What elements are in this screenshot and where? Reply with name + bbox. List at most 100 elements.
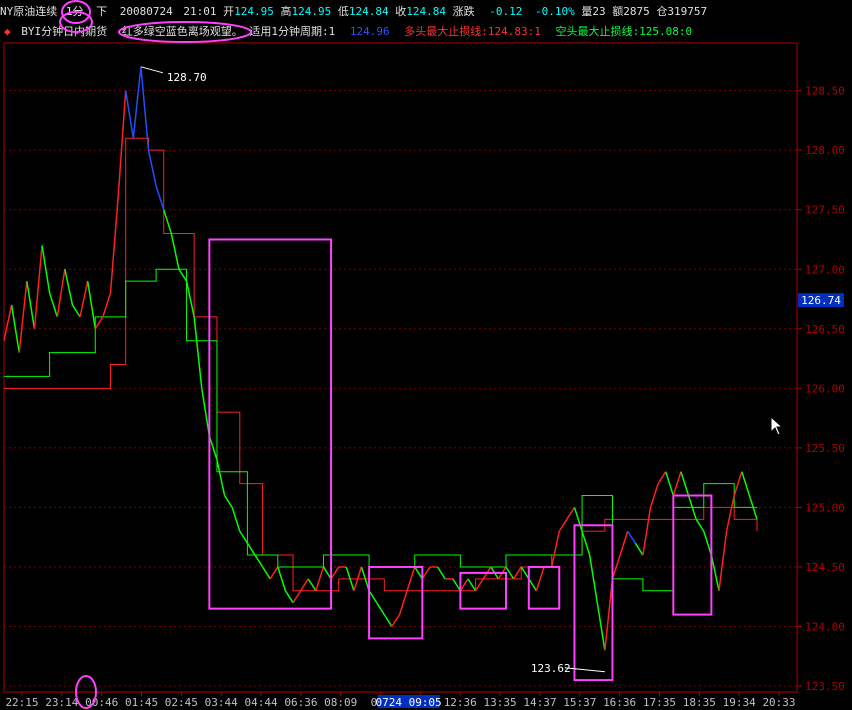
price-segment	[505, 566, 515, 580]
price-segment	[71, 304, 81, 318]
price-segment	[124, 90, 135, 139]
x-tick-label: 12:36	[444, 696, 477, 709]
price-segment	[414, 566, 423, 580]
price-segment	[634, 542, 644, 556]
x-tick-label: 13:35	[484, 696, 517, 709]
price-segment	[550, 531, 560, 568]
x-tick-label: 20:33	[762, 696, 795, 709]
annotation-leader	[564, 667, 605, 673]
price-segment	[535, 566, 545, 592]
price-segment	[467, 578, 477, 592]
high-annotation: 128.70	[167, 71, 207, 84]
price-segment	[474, 578, 484, 592]
price-segment	[421, 566, 431, 580]
y-tick-label: 126.00	[805, 382, 845, 395]
y-tick-label: 123.50	[805, 680, 845, 693]
x-tick-label: 06:36	[284, 696, 317, 709]
price-segment	[322, 566, 332, 580]
x-tick-label: 14:37	[523, 696, 556, 709]
cursor-date-label: 0724 09:05	[375, 696, 441, 709]
y-tick-label: 124.00	[805, 621, 845, 634]
price-segment	[330, 566, 340, 580]
price-segment	[185, 281, 195, 318]
price-segment	[246, 542, 256, 556]
price-segment	[41, 245, 51, 294]
price-segment	[163, 209, 173, 234]
x-tick-label: 17:35	[643, 696, 676, 709]
highlight-box	[672, 494, 713, 616]
price-segment	[581, 531, 591, 556]
price-segment	[680, 471, 690, 496]
price-segment	[398, 590, 408, 615]
price-segment	[284, 590, 294, 604]
highlight-box	[208, 238, 333, 610]
x-tick-label: 18:35	[683, 696, 716, 709]
price-segment	[94, 316, 104, 330]
price-segment	[528, 578, 538, 592]
price-segment	[718, 531, 728, 591]
x-tick-label: 02:45	[165, 696, 198, 709]
y-tick-label: 125.50	[805, 442, 845, 455]
price-segment	[573, 507, 583, 532]
highlight-box	[573, 524, 614, 682]
price-segment	[109, 197, 119, 294]
price-segment	[512, 566, 522, 580]
price-segment	[132, 66, 142, 139]
price-segment	[391, 614, 401, 627]
price-segment	[201, 388, 211, 437]
price-segment	[147, 150, 157, 187]
price-chart[interactable]: 128.50 128.00 127.50 127.00 126.50 126.00 125.…	[0, 0, 852, 710]
x-tick-label: 22:15	[5, 696, 38, 709]
low-annotation: 123.62	[531, 662, 571, 675]
current-price-label: 126.74	[801, 294, 841, 307]
x-tick-label: 15:37	[563, 696, 596, 709]
price-segment	[300, 578, 309, 592]
price-segment	[588, 554, 599, 603]
price-segment	[292, 590, 302, 604]
price-segment	[48, 292, 58, 318]
x-tick-label: 19:34	[723, 696, 756, 709]
y-tick-label: 127.00	[805, 263, 845, 276]
price-segment	[627, 530, 636, 544]
price-segment	[642, 507, 652, 556]
price-segment	[26, 281, 36, 329]
x-tick-label: 08:09	[324, 696, 357, 709]
price-segment	[566, 507, 576, 520]
price-segment	[368, 590, 378, 604]
price-segment	[703, 531, 713, 556]
price-segment	[18, 281, 28, 353]
price-segment	[596, 602, 606, 651]
price-segment	[178, 268, 188, 282]
price-segment	[79, 281, 89, 318]
price-segment	[261, 566, 271, 580]
price-segment	[102, 292, 112, 318]
price-segment	[611, 554, 621, 580]
price-segment	[657, 471, 667, 485]
x-tick-label: 03:44	[205, 696, 238, 709]
price-segment	[695, 518, 705, 532]
price-segment	[665, 471, 675, 496]
price-segment	[117, 90, 127, 198]
y-tick-label: 127.50	[805, 204, 845, 217]
y-tick-label: 124.50	[805, 561, 845, 574]
price-segment	[223, 495, 233, 508]
price-segment	[269, 566, 279, 580]
x-tick-label: 04:44	[244, 696, 277, 709]
price-segment	[452, 578, 461, 592]
y-tick-label: 128.50	[805, 85, 845, 98]
price-segment	[56, 269, 66, 318]
y-tick-label: 128.00	[805, 144, 845, 157]
x-tick-label: 23:14	[45, 696, 78, 709]
price-segment	[459, 578, 469, 592]
price-segment	[3, 304, 13, 341]
mouse-cursor-icon	[770, 416, 784, 436]
price-segment	[376, 602, 385, 616]
price-segment	[307, 578, 317, 592]
price-segment	[193, 316, 203, 389]
price-segment	[155, 185, 165, 210]
y-tick-label: 125.00	[805, 501, 845, 514]
price-segment	[619, 531, 629, 556]
price-segment	[436, 566, 446, 580]
price-segment	[725, 495, 735, 532]
price-segment	[733, 471, 743, 496]
